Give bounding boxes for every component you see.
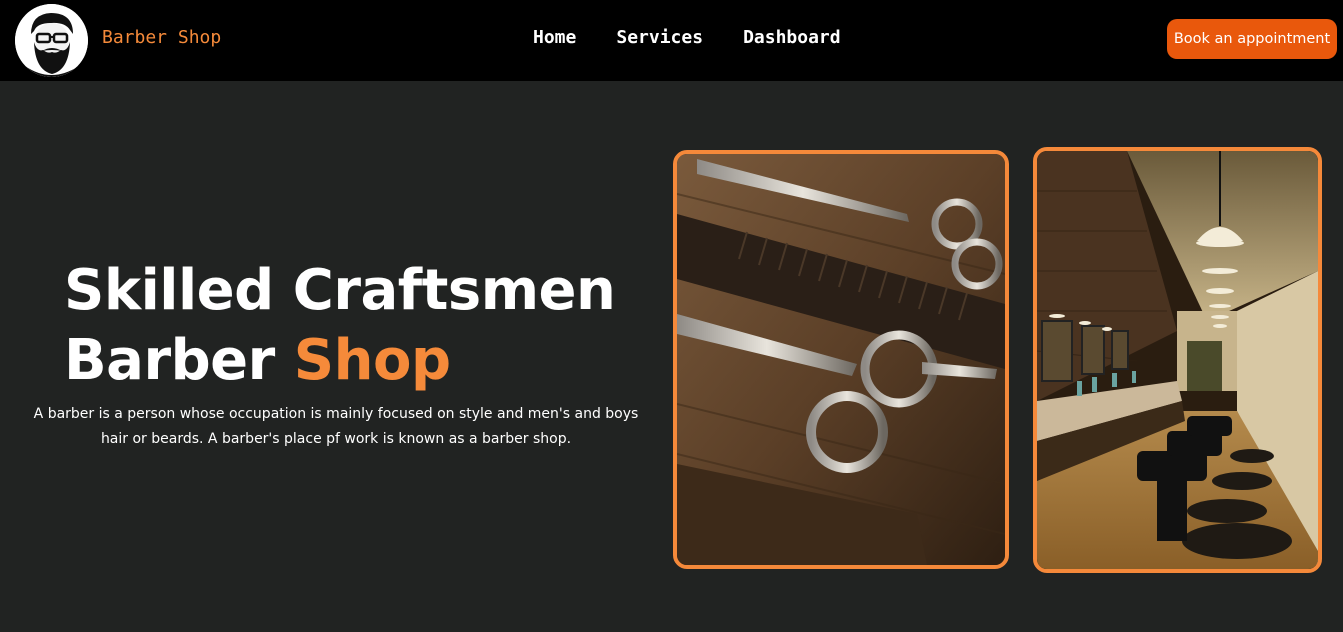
barbershop-photo-icon bbox=[1037, 151, 1318, 569]
main-nav: Home Services Dashboard bbox=[533, 27, 841, 49]
hero-title-accent: Shop bbox=[293, 328, 451, 393]
scissors-and-comb-image bbox=[673, 150, 1009, 569]
brand-name[interactable]: Barber Shop bbox=[102, 27, 221, 49]
bearded-barber-logo-icon[interactable] bbox=[15, 4, 88, 77]
nav-link-services[interactable]: Services bbox=[616, 27, 703, 49]
book-appointment-button[interactable]: Book an appointment bbox=[1167, 19, 1337, 59]
barbershop-interior-image bbox=[1033, 147, 1322, 573]
navbar: Barber Shop Home Services Dashboard Book… bbox=[0, 0, 1343, 81]
hero-title-line1: Skilled Craftsmen bbox=[64, 258, 616, 323]
hero-description: A barber is a person whose occupation is… bbox=[33, 406, 639, 447]
nav-link-dashboard[interactable]: Dashboard bbox=[743, 27, 841, 49]
hero-title-line2: Barber bbox=[64, 328, 294, 393]
hero-title: Skilled Craftsmen Barber Shop bbox=[64, 256, 624, 396]
nav-link-home[interactable]: Home bbox=[533, 27, 576, 49]
scissors-photo-icon bbox=[677, 154, 1005, 565]
